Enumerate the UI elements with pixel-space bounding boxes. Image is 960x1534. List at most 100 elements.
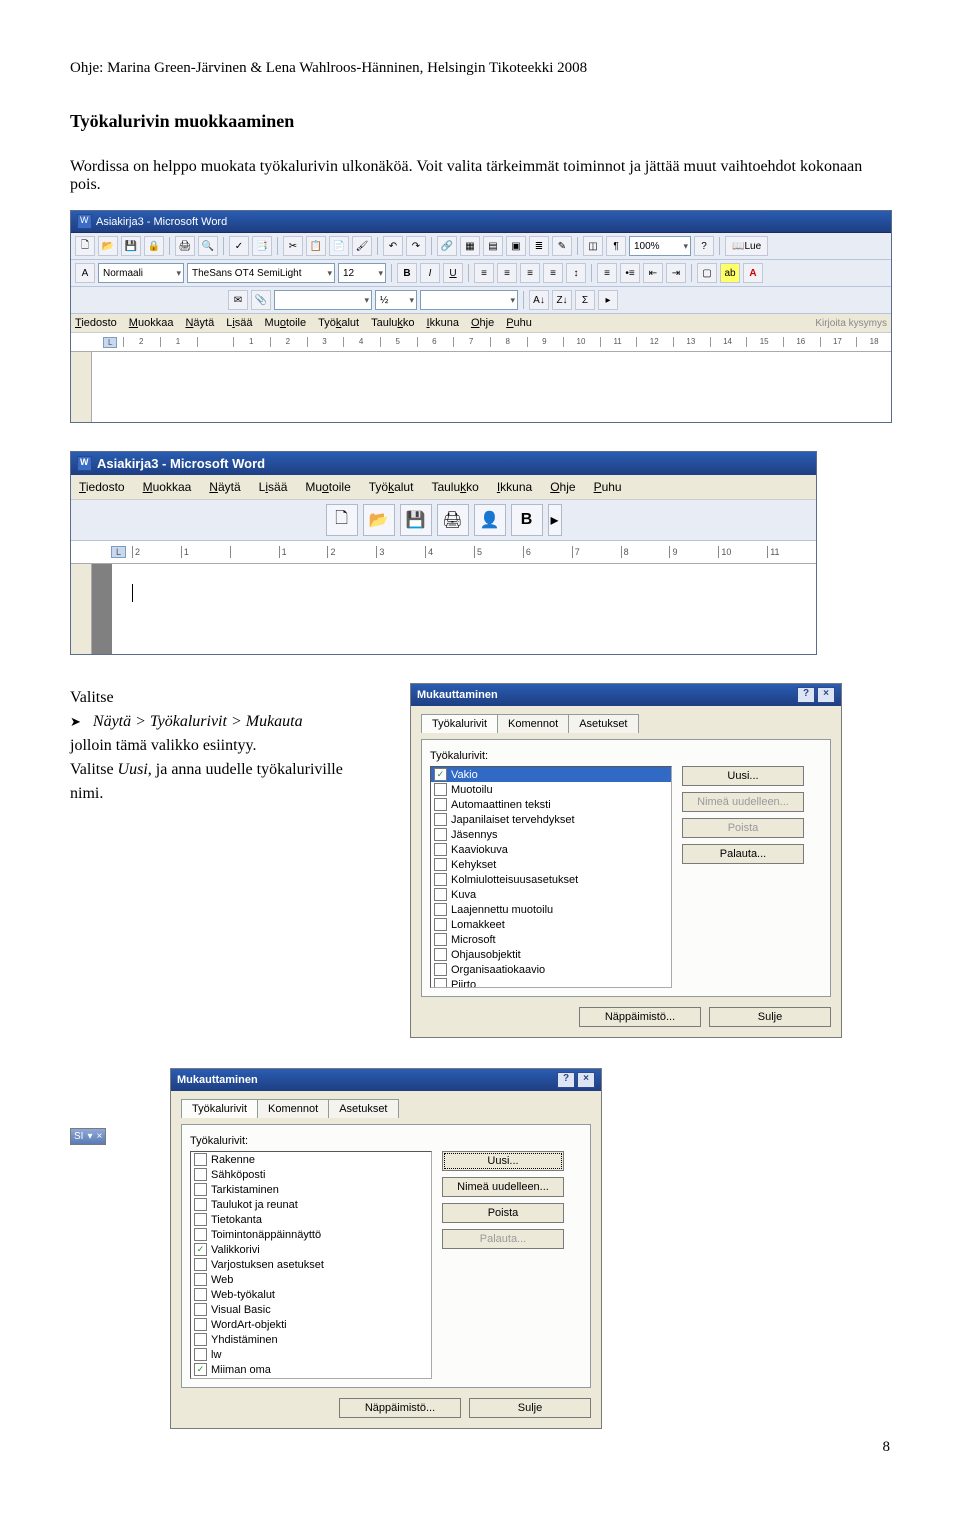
ask-question-box[interactable]: Kirjoita kysymys [815, 318, 887, 329]
list-item[interactable]: Kuva [431, 887, 671, 902]
menu-nayta[interactable]: Näytä [185, 317, 214, 329]
list-item[interactable]: Piirto [431, 977, 671, 988]
blank-select-2[interactable] [420, 290, 518, 310]
list-item[interactable]: Microsoft [431, 932, 671, 947]
checkbox-icon[interactable] [434, 828, 447, 841]
blank-select-1[interactable] [274, 290, 372, 310]
tab-komennot[interactable]: Komennot [257, 1099, 329, 1118]
close-icon[interactable]: × [817, 687, 835, 703]
checkbox-icon[interactable] [434, 978, 447, 988]
checkbox-icon[interactable] [194, 1318, 207, 1331]
outdent-icon[interactable]: ⇤ [643, 263, 663, 283]
toolbar-options-icon[interactable]: ▸ [548, 504, 562, 536]
sort-desc-icon[interactable]: Z↓ [552, 290, 572, 310]
menu-puhu[interactable]: Puhu [594, 480, 622, 494]
delete-button[interactable]: Poista [442, 1203, 564, 1223]
checkbox-icon[interactable] [434, 948, 447, 961]
user-icon[interactable]: 👤 [474, 504, 506, 536]
insert-icon[interactable]: 📎 [251, 290, 271, 310]
rename-button[interactable]: Nimeä uudelleen... [442, 1177, 564, 1197]
italic-icon[interactable]: I [420, 263, 440, 283]
help-icon[interactable]: ? [797, 687, 815, 703]
align-right-icon[interactable]: ≡ [520, 263, 540, 283]
list-item[interactable]: Tarkistaminen [191, 1182, 431, 1197]
toolbar-name-input[interactable] [210, 1378, 428, 1379]
menu-muotoile[interactable]: Muotoile [265, 317, 307, 329]
checkbox-icon[interactable] [194, 1303, 207, 1316]
menu-taulukko[interactable]: Taulukko [371, 317, 414, 329]
list-item[interactable]: ✓Vakio [431, 767, 671, 782]
list-item[interactable]: lw [191, 1347, 431, 1362]
align-center-icon[interactable]: ≡ [497, 263, 517, 283]
close-icon[interactable]: × [96, 1131, 102, 1142]
save-icon[interactable]: 💾 [121, 236, 141, 256]
toolbar-listbox[interactable]: RakenneSähköpostiTarkistaminenTaulukot j… [190, 1151, 432, 1379]
envelope-icon[interactable]: ✉ [228, 290, 248, 310]
chevron-down-icon[interactable]: ▾ [87, 1131, 92, 1142]
line-spacing-icon[interactable]: ↕ [566, 263, 586, 283]
list-item[interactable]: ✓Miiman oma [191, 1362, 431, 1377]
list-item[interactable]: Kolmiulotteisuusasetukset [431, 872, 671, 887]
checkbox-icon[interactable]: ✓ [194, 1243, 207, 1256]
tab-asetukset[interactable]: Asetukset [568, 714, 638, 733]
indent-icon[interactable]: ⇥ [666, 263, 686, 283]
menu-muokkaa[interactable]: Muokkaa [129, 317, 174, 329]
list-item[interactable]: Taulukot ja reunat [191, 1197, 431, 1212]
docmap-icon[interactable]: ◫ [583, 236, 603, 256]
new-button[interactable]: Uusi... [442, 1151, 564, 1171]
autosum-icon[interactable]: Σ [575, 290, 595, 310]
bold-icon[interactable]: B [511, 504, 543, 536]
highlight-icon[interactable]: ab [720, 263, 740, 283]
hyperlink-icon[interactable]: 🔗 [437, 236, 457, 256]
menu-tiedosto[interactable]: Tiedosto [75, 317, 117, 329]
list-item[interactable]: Rakenne [191, 1152, 431, 1167]
style-select[interactable]: Normaali [98, 263, 184, 283]
bullet-list-icon[interactable]: •≡ [620, 263, 640, 283]
menu-ohje[interactable]: Ohje [550, 480, 575, 494]
reset-button[interactable]: Palauta... [682, 844, 804, 864]
new-doc-icon[interactable]: 🗋 [75, 236, 95, 256]
justify-icon[interactable]: ≡ [543, 263, 563, 283]
menu-nayta[interactable]: Näytä [209, 480, 240, 494]
close-button[interactable]: Sulje [709, 1007, 831, 1027]
keyboard-button[interactable]: Näppäimistö... [579, 1007, 701, 1027]
checkbox-icon[interactable] [434, 813, 447, 826]
new-doc-icon[interactable]: 🗋 [326, 504, 358, 536]
list-item[interactable]: Sähköposti [191, 1167, 431, 1182]
close-button[interactable]: Sulje [469, 1398, 591, 1418]
menu-muotoile[interactable]: Muotoile [305, 480, 350, 494]
menu-muokkaa[interactable]: Muokkaa [143, 480, 192, 494]
checkbox-icon[interactable]: ✓ [194, 1363, 207, 1376]
menu-tyokalut[interactable]: Työkalut [369, 480, 414, 494]
menu-ikkuna[interactable]: Ikkuna [427, 317, 459, 329]
checkbox-icon[interactable] [194, 1348, 207, 1361]
copy-icon[interactable]: 📋 [306, 236, 326, 256]
checkbox-icon[interactable] [194, 1258, 207, 1271]
close-icon[interactable]: × [577, 1072, 595, 1088]
menu-taulukko[interactable]: Taulukko [431, 480, 478, 494]
list-item[interactable]: Web [191, 1272, 431, 1287]
toolbar-options-icon[interactable]: ▸ [598, 290, 618, 310]
list-item[interactable]: Organisaatiokaavio [431, 962, 671, 977]
zoom-select[interactable]: 100% [629, 236, 691, 256]
checkbox-icon[interactable]: ✓ [434, 768, 447, 781]
checkbox-icon[interactable] [194, 1213, 207, 1226]
page-body[interactable] [92, 352, 891, 422]
checkbox-icon[interactable] [194, 1183, 207, 1196]
checkbox-icon[interactable] [194, 1288, 207, 1301]
format-painter-icon[interactable]: 🖌 [352, 236, 372, 256]
paste-icon[interactable]: 📄 [329, 236, 349, 256]
tab-tyokalurivit[interactable]: Työkalurivit [421, 714, 498, 733]
list-item[interactable]: Ohjausobjektit [431, 947, 671, 962]
floating-new-toolbar[interactable]: SI ▾ × [70, 1128, 106, 1145]
list-item[interactable]: Jäsennys [431, 827, 671, 842]
tab-tyokalurivit[interactable]: Työkalurivit [181, 1099, 258, 1118]
help-icon[interactable]: ? [694, 236, 714, 256]
checkbox-icon[interactable] [194, 1168, 207, 1181]
underline-icon[interactable]: U [443, 263, 463, 283]
sort-asc-icon[interactable]: A↓ [529, 290, 549, 310]
list-item[interactable]: Kaaviokuva [431, 842, 671, 857]
checkbox-icon[interactable] [434, 888, 447, 901]
insert-table-icon[interactable]: ▤ [483, 236, 503, 256]
save-icon[interactable]: 💾 [400, 504, 432, 536]
